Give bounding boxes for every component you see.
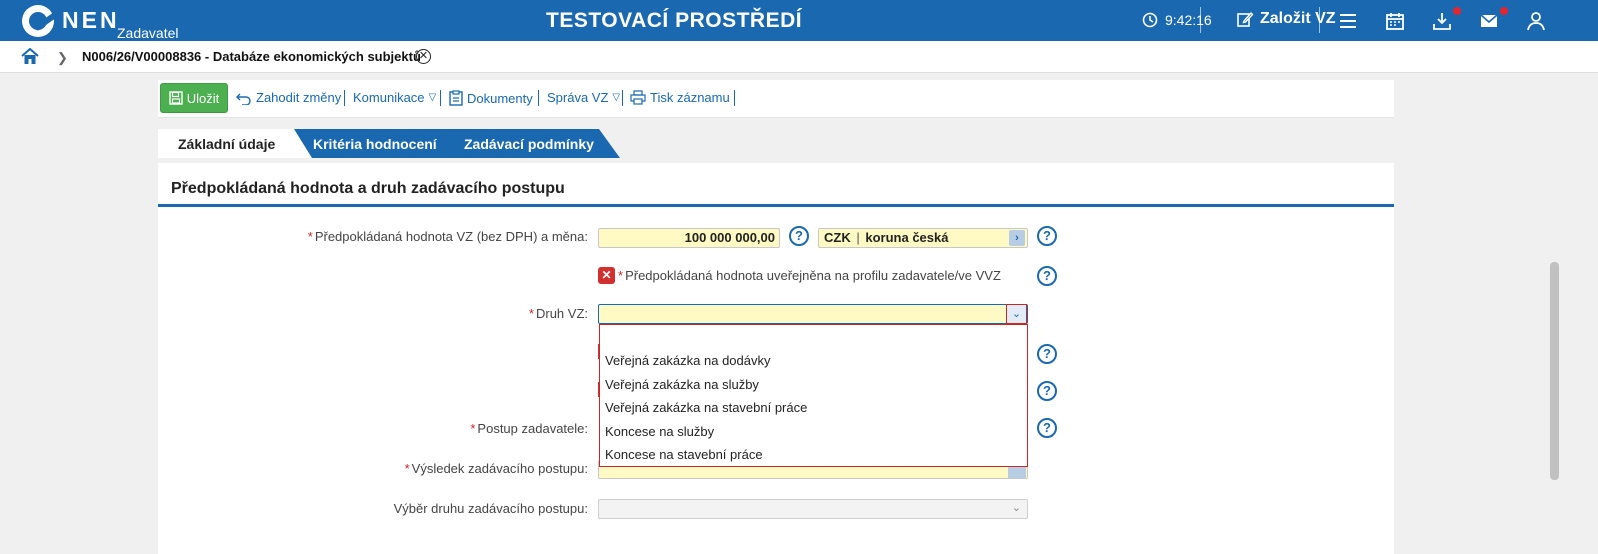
menu-icon[interactable]: [1337, 10, 1359, 32]
mail-notification-dot: [1500, 7, 1508, 15]
clipboard-icon: [449, 90, 463, 106]
save-icon: [169, 91, 183, 105]
chevron-down-icon: ▽: [428, 92, 437, 103]
home-icon[interactable]: [21, 48, 39, 65]
print-record-label: Tisk záznamu: [650, 90, 730, 105]
undo-icon: [236, 93, 251, 105]
tab-tender-conditions-label: Zadávací podmínky: [464, 135, 594, 152]
procedure-kind-label: Výběr druhu zadávacího postupu:: [393, 501, 588, 516]
documents-label: Dokumenty: [467, 90, 533, 106]
printer-icon: [630, 90, 646, 105]
breadcrumb-current[interactable]: N006/26/V00008836 - Databáze ekonomickýc…: [82, 49, 421, 64]
top-header: NEN Zadavatel TESTOVACÍ PROSTŘEDÍ 9:42:1…: [0, 0, 1598, 41]
tab-basic-info[interactable]: Základní údaje: [158, 129, 290, 158]
logo-text: NEN: [62, 7, 120, 33]
toolbar-divider: [440, 90, 441, 106]
toolbar-divider: [622, 90, 623, 106]
estimated-value-label-text: Předpokládaná hodnota VZ (bez DPH) a měn…: [314, 229, 588, 244]
chevron-right-icon: ❯: [57, 50, 68, 65]
help-icon[interactable]: ?: [1037, 418, 1057, 438]
procedure-result-label: * Výsledek zadávacího postupu:: [405, 461, 588, 476]
download-notification-dot: [1453, 7, 1461, 15]
dropdown-option[interactable]: Koncese na služby: [605, 424, 714, 439]
estimated-value-label: * Předpokládaná hodnota VZ (bez DPH) a mě…: [308, 229, 588, 244]
estimated-value-input[interactable]: 100 000 000,00: [598, 228, 780, 248]
nen-logo-icon: [22, 5, 54, 37]
help-icon[interactable]: ?: [789, 226, 809, 246]
print-record-button[interactable]: Tisk záznamu: [630, 90, 730, 105]
help-icon[interactable]: ?: [1037, 226, 1057, 246]
chevron-down-icon[interactable]: ⌄: [1006, 304, 1027, 324]
help-icon[interactable]: ?: [1037, 266, 1057, 286]
contract-type-label: * Druh VZ:: [529, 306, 588, 321]
user-icon[interactable]: [1525, 10, 1547, 32]
calendar-icon[interactable]: [1384, 10, 1406, 32]
save-button[interactable]: Uložit: [160, 83, 228, 113]
required-marker: *: [528, 306, 534, 321]
required-marker: *: [470, 421, 476, 436]
procedure-kind-select: ⌄: [598, 499, 1028, 519]
download-icon[interactable]: [1431, 10, 1453, 32]
section-divider: [158, 204, 1394, 207]
logo-subtitle: Zadavatel: [117, 25, 179, 41]
currency-select[interactable]: CZK | koruna česká ›: [818, 228, 1028, 248]
documents-button[interactable]: Dokumenty: [449, 90, 533, 106]
dropdown-option[interactable]: Veřejná zakázka na služby: [605, 377, 759, 392]
create-vz-button[interactable]: Založit VZ: [1236, 10, 1336, 28]
help-icon[interactable]: ?: [1037, 344, 1057, 364]
published-label-text: Předpokládaná hodnota uveřejněna na prof…: [625, 268, 1001, 283]
required-marker: *: [307, 229, 313, 244]
chevron-down-icon: ⌄: [1011, 502, 1021, 514]
manage-vz-menu[interactable]: Správa VZ ▽: [547, 90, 620, 105]
currency-code: CZK: [824, 230, 851, 245]
header-divider: [1319, 7, 1320, 33]
environment-title: TESTOVACÍ PROSTŘEDÍ: [546, 9, 803, 32]
close-icon[interactable]: ✕: [416, 49, 431, 64]
tab-tender-conditions[interactable]: Zadávací podmínky: [445, 129, 620, 158]
toolbar: Uložit Zahodit změny Komunikace ▽ Dokume…: [158, 80, 1394, 118]
section-title: Předpokládaná hodnota a druh zadávacího …: [171, 180, 565, 197]
create-vz-label: Založit VZ: [1260, 10, 1336, 27]
tab-basic-info-label: Základní údaje: [178, 135, 276, 152]
tab-evaluation-criteria[interactable]: Kritéria hodnocení: [294, 129, 468, 158]
clock-time: 9:42:16: [1165, 12, 1212, 28]
dropdown-option[interactable]: Koncese na stavební práce: [605, 447, 763, 462]
contract-type-options: Veřejná zakázka na dodávky Veřejná zakáz…: [599, 324, 1028, 467]
currency-name: koruna česká: [865, 230, 949, 245]
toolbar-divider: [734, 90, 735, 106]
discard-changes-label: Zahodit změny: [256, 90, 342, 105]
procedure-label: * Postup zadavatele:: [470, 421, 588, 436]
contract-type-label-text: Druh VZ:: [535, 306, 588, 321]
currency-separator: |: [856, 230, 860, 245]
mail-icon[interactable]: [1478, 10, 1500, 32]
help-icon[interactable]: ?: [1037, 381, 1057, 401]
chevron-down-icon: ▽: [612, 92, 621, 103]
edit-icon: [1237, 11, 1254, 27]
discard-changes-button[interactable]: Zahodit změny: [235, 90, 341, 105]
dropdown-option-empty[interactable]: [605, 330, 1023, 346]
breadcrumb: ❯ N006/26/V00008836 - Databáze ekonomick…: [0, 41, 1598, 73]
contract-type-select[interactable]: ⌄: [598, 304, 1028, 324]
communication-label: Komunikace: [353, 90, 425, 105]
procedure-label-text: Postup zadavatele:: [477, 421, 588, 436]
clock-icon: [1142, 12, 1158, 28]
tab-evaluation-criteria-label: Kritéria hodnocení: [313, 135, 437, 152]
toolbar-divider: [344, 90, 345, 106]
dropdown-option[interactable]: Veřejná zakázka na dodávky: [605, 353, 771, 368]
manage-vz-label: Správa VZ: [547, 90, 609, 105]
communication-menu[interactable]: Komunikace ▽: [353, 90, 436, 105]
procedure-result-label-text: Výsledek zadávacího postupu:: [411, 461, 588, 476]
toolbar-divider: [538, 90, 539, 106]
dropdown-option[interactable]: Veřejná zakázka na stavební práce: [605, 400, 807, 415]
save-button-label: Uložit: [186, 90, 220, 106]
header-divider: [1200, 7, 1201, 33]
page-scrollbar[interactable]: [1550, 262, 1559, 480]
published-label: * Předpokládaná hodnota uveřejněna na pro…: [618, 268, 1001, 283]
session-clock: 9:42:16: [1142, 12, 1212, 28]
chevron-right-icon[interactable]: ›: [1009, 230, 1025, 246]
required-marker: *: [404, 461, 410, 476]
published-checkbox[interactable]: ✕: [598, 267, 615, 284]
required-marker: *: [618, 268, 624, 283]
